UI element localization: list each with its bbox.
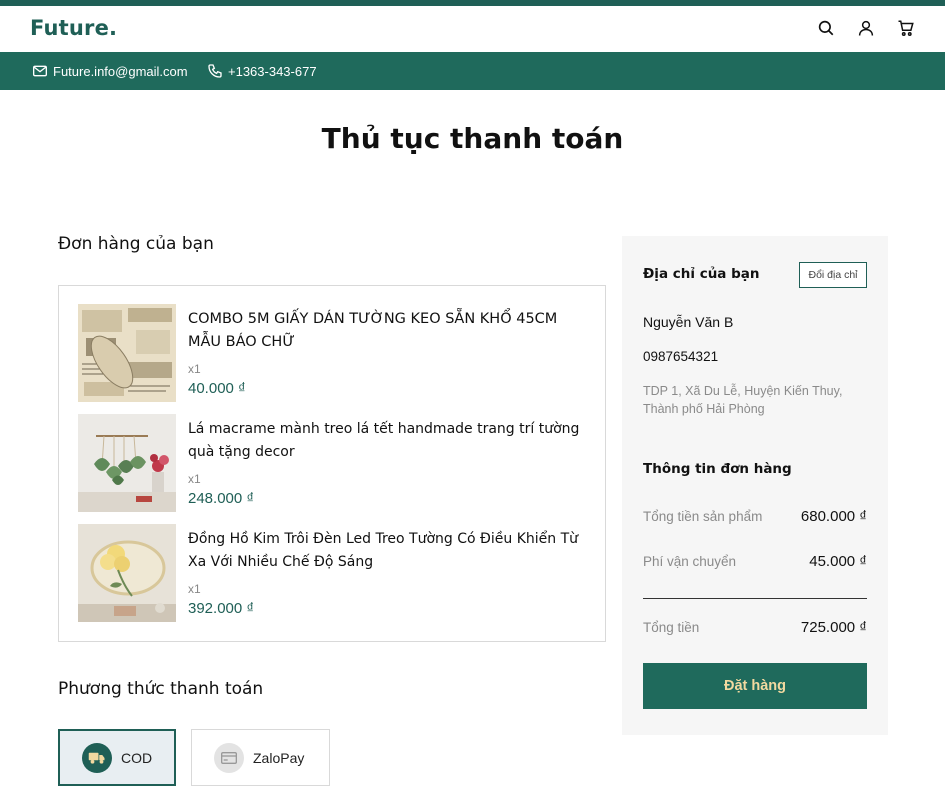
total-row: Tổng tiền 725.000 ₫	[643, 619, 867, 636]
address-title: Địa chỉ của bạn	[643, 266, 760, 282]
product-quantity: x1	[188, 582, 201, 596]
contact-bar: Future.info@gmail.com +1363-343-677	[0, 52, 945, 90]
product-price: 392.000 ₫	[188, 600, 255, 617]
product-name[interactable]: COMBO 5M GIẤY DÁN TƯỜNG KEO SẴN KHỔ 45CM…	[188, 308, 583, 354]
customer-name: Nguyễn Văn B	[643, 314, 734, 330]
order-info-title: Thông tin đơn hàng	[643, 461, 792, 477]
payment-option-cod[interactable]: COD	[58, 729, 176, 786]
order-item: COMBO 5M GIẤY DÁN TƯỜNG KEO SẴN KHỔ 45CM…	[78, 304, 588, 402]
subtotal-value: 680.000 ₫	[800, 508, 867, 525]
product-name[interactable]: Đồng Hồ Kim Trôi Đèn Led Treo Tường Có Đ…	[188, 528, 583, 574]
product-quantity: x1	[188, 472, 201, 486]
order-summary-panel: Địa chỉ của bạn Đổi địa chỉ Nguyễn Văn B…	[622, 236, 888, 735]
payment-option-zalopay[interactable]: ZaloPay	[191, 729, 330, 786]
product-price: 248.000 ₫	[188, 490, 255, 507]
contact-phone[interactable]: +1363-343-677	[207, 63, 317, 79]
shipping-label: Phí vận chuyển	[643, 554, 737, 569]
user-icon[interactable]	[857, 19, 875, 37]
search-icon[interactable]	[817, 19, 835, 37]
product-name[interactable]: Lá macrame mành treo lá tết handmade tra…	[188, 418, 583, 464]
logo[interactable]: Future.	[30, 16, 117, 40]
place-order-button[interactable]: Đặt hàng	[643, 663, 867, 709]
subtotal-row: Tổng tiền sản phẩm 680.000 ₫	[643, 508, 867, 525]
customer-address: TDP 1, Xã Du Lễ, Huyện Kiến Thuy, Thành …	[643, 384, 843, 416]
shipping-value: 45.000 ₫	[809, 553, 867, 570]
payment-option-label: COD	[121, 749, 153, 766]
order-items-box: COMBO 5M GIẤY DÁN TƯỜNG KEO SẴN KHỔ 45CM…	[58, 285, 606, 642]
subtotal-label: Tổng tiền sản phẩm	[643, 509, 763, 524]
page-title: Thủ tục thanh toán	[321, 122, 624, 155]
site-header: Future.	[0, 6, 945, 52]
product-thumbnail-macrame[interactable]	[78, 414, 176, 512]
cart-icon[interactable]	[897, 19, 915, 37]
delivery-truck-icon	[82, 742, 112, 773]
contact-email-text: Future.info@gmail.com	[53, 63, 188, 79]
order-item: Đồng Hồ Kim Trôi Đèn Led Treo Tường Có Đ…	[78, 524, 588, 622]
change-address-button[interactable]: Đổi địa chỉ	[799, 262, 867, 288]
product-thumbnail-wallpaper[interactable]	[78, 304, 176, 402]
summary-divider	[643, 598, 867, 599]
contact-email[interactable]: Future.info@gmail.com	[32, 63, 188, 79]
payment-section-title: Phương thức thanh toán	[58, 679, 264, 699]
product-price: 40.000 ₫	[188, 380, 246, 397]
shipping-row: Phí vận chuyển 45.000 ₫	[643, 553, 867, 570]
total-value: 725.000 ₫	[800, 619, 867, 636]
order-section-title: Đơn hàng của bạn	[58, 234, 214, 254]
product-quantity: x1	[188, 362, 201, 376]
payment-option-label: ZaloPay	[253, 749, 305, 766]
card-icon	[214, 742, 244, 773]
phone-icon	[208, 64, 222, 78]
mail-icon	[33, 65, 47, 77]
customer-phone: 0987654321	[643, 349, 719, 364]
contact-phone-text: +1363-343-677	[228, 63, 317, 79]
total-label: Tổng tiền	[643, 620, 700, 635]
product-thumbnail-clock[interactable]	[78, 524, 176, 622]
header-icons	[817, 19, 915, 37]
order-item: Lá macrame mành treo lá tết handmade tra…	[78, 414, 588, 512]
